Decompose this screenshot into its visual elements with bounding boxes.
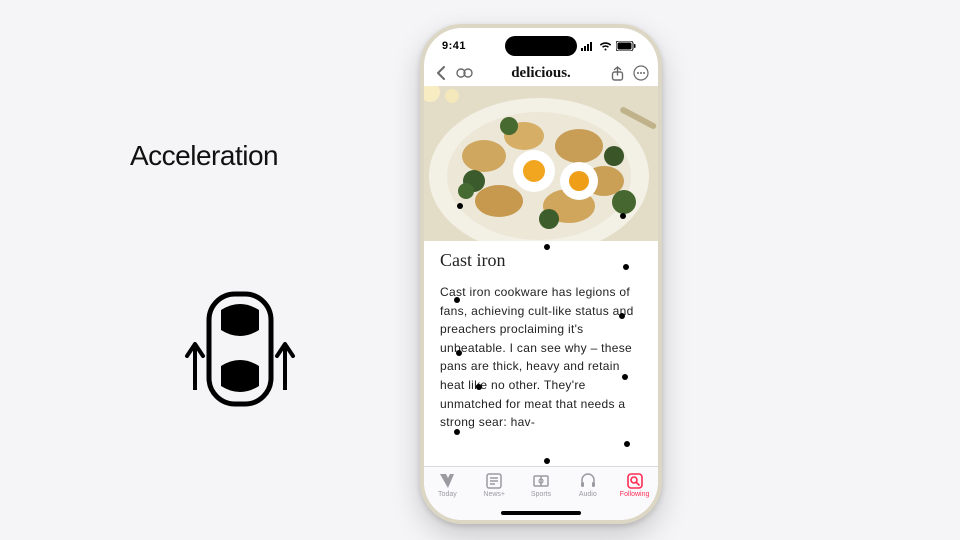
wifi-icon xyxy=(599,42,612,51)
motion-cue-dot xyxy=(624,441,630,447)
motion-cue-dot xyxy=(622,374,628,380)
tab-label: Sports xyxy=(531,491,551,498)
article-body: Cast iron Cast iron cookware has legions… xyxy=(424,250,658,432)
tab-label: Audio xyxy=(579,491,597,498)
tab-today[interactable]: Today xyxy=(424,472,471,498)
article-text: Cast iron cookware has legions of fans, … xyxy=(440,283,642,432)
battery-icon xyxy=(616,41,636,51)
motion-cue-dot xyxy=(619,313,625,319)
grouped-pages-icon[interactable] xyxy=(456,64,474,82)
motion-cue-dot xyxy=(456,350,462,356)
tab-newsplus[interactable]: News+ xyxy=(471,472,518,498)
tab-label: Following xyxy=(620,491,650,498)
tab-label: News+ xyxy=(483,491,505,498)
status-time: 9:41 xyxy=(442,40,466,52)
motion-cue-dot xyxy=(476,384,482,390)
nav-bar: delicious. xyxy=(424,60,658,86)
tab-audio[interactable]: Audio xyxy=(564,472,611,498)
tab-label: Today xyxy=(438,491,457,498)
motion-cue-dot xyxy=(623,264,629,270)
motion-cue-dot xyxy=(457,203,463,209)
home-indicator[interactable] xyxy=(501,511,581,515)
publisher-title: delicious. xyxy=(480,65,602,82)
dynamic-island xyxy=(505,36,577,56)
car-acceleration-icon xyxy=(175,290,305,410)
motion-cue-dot xyxy=(544,244,550,250)
article-heading: Cast iron xyxy=(440,250,642,271)
phone-screen: 9:41 delicious. xyxy=(424,28,658,520)
share-icon[interactable] xyxy=(608,64,626,82)
motion-cue-dot xyxy=(454,297,460,303)
ellipsis-icon[interactable] xyxy=(632,64,650,82)
motion-cue-dot xyxy=(620,213,626,219)
back-icon[interactable] xyxy=(432,64,450,82)
phone-mockup: 9:41 delicious. xyxy=(420,24,662,524)
tab-sports[interactable]: Sports xyxy=(518,472,565,498)
cellular-icon xyxy=(581,42,595,51)
motion-cue-dot xyxy=(544,458,550,464)
motion-cue-dot xyxy=(454,429,460,435)
headline: Acceleration xyxy=(130,140,390,172)
tab-following[interactable]: Following xyxy=(611,472,658,498)
